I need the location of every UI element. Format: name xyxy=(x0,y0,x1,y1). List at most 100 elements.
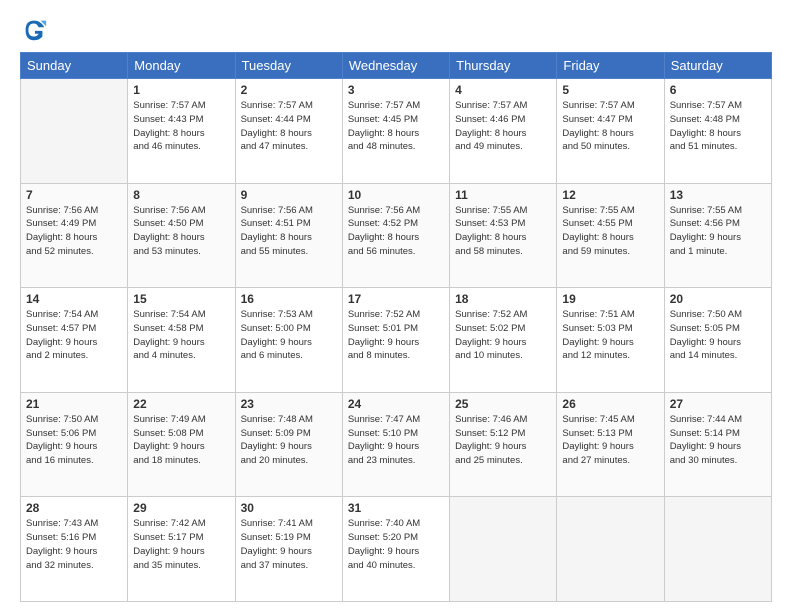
calendar-cell: 2 Sunrise: 7:57 AM Sunset: 4:44 PM Daylig… xyxy=(235,79,342,184)
calendar-cell: 18 Sunrise: 7:52 AM Sunset: 5:02 PM Dayli… xyxy=(450,288,557,393)
day-number: 24 xyxy=(348,397,444,411)
calendar-cell: 5 Sunrise: 7:57 AM Sunset: 4:47 PM Daylig… xyxy=(557,79,664,184)
calendar-cell xyxy=(450,497,557,602)
calendar-cell: 6 Sunrise: 7:57 AM Sunset: 4:48 PM Daylig… xyxy=(664,79,771,184)
calendar-cell: 17Sunrise: 7:52 AM Sunset: 5:01 PM Dayli… xyxy=(342,288,449,393)
day-number: 26 xyxy=(562,397,658,411)
day-info: Sunrise: 7:45 AM Sunset: 5:13 PM Dayligh… xyxy=(562,413,658,468)
day-info: Sunrise: 7:57 AM Sunset: 4:44 PM Dayligh… xyxy=(241,99,337,154)
day-number: 19 xyxy=(562,292,658,306)
day-number: 2 xyxy=(241,83,337,97)
day-number: 20 xyxy=(670,292,766,306)
day-number: 15 xyxy=(133,292,229,306)
calendar-cell: 25 Sunrise: 7:46 AM Sunset: 5:12 PM Dayli… xyxy=(450,392,557,497)
calendar-cell xyxy=(557,497,664,602)
day-info: Sunrise: 7:50 AM Sunset: 5:05 PM Dayligh… xyxy=(670,308,766,363)
calendar-week-1: 1 Sunrise: 7:57 AM Sunset: 4:43 PM Daylig… xyxy=(21,79,772,184)
col-header-tuesday: Tuesday xyxy=(235,53,342,79)
day-info: Sunrise: 7:56 AM Sunset: 4:50 PM Dayligh… xyxy=(133,204,229,259)
calendar-cell: 30Sunrise: 7:41 AM Sunset: 5:19 PM Dayli… xyxy=(235,497,342,602)
calendar-week-3: 14 Sunrise: 7:54 AM Sunset: 4:57 PM Dayli… xyxy=(21,288,772,393)
logo-icon xyxy=(20,16,48,44)
day-number: 5 xyxy=(562,83,658,97)
day-info: Sunrise: 7:57 AM Sunset: 4:47 PM Dayligh… xyxy=(562,99,658,154)
day-info: Sunrise: 7:52 AM Sunset: 5:02 PM Dayligh… xyxy=(455,308,551,363)
calendar-cell: 31 Sunrise: 7:40 AM Sunset: 5:20 PM Dayli… xyxy=(342,497,449,602)
calendar-cell: 9 Sunrise: 7:56 AM Sunset: 4:51 PM Daylig… xyxy=(235,183,342,288)
day-info: Sunrise: 7:54 AM Sunset: 4:58 PM Dayligh… xyxy=(133,308,229,363)
day-number: 14 xyxy=(26,292,122,306)
day-info: Sunrise: 7:51 AM Sunset: 5:03 PM Dayligh… xyxy=(562,308,658,363)
day-info: Sunrise: 7:54 AM Sunset: 4:57 PM Dayligh… xyxy=(26,308,122,363)
day-number: 1 xyxy=(133,83,229,97)
calendar-cell: 1 Sunrise: 7:57 AM Sunset: 4:43 PM Daylig… xyxy=(128,79,235,184)
page: SundayMondayTuesdayWednesdayThursdayFrid… xyxy=(0,0,792,612)
day-number: 9 xyxy=(241,188,337,202)
calendar-cell: 8 Sunrise: 7:56 AM Sunset: 4:50 PM Daylig… xyxy=(128,183,235,288)
day-info: Sunrise: 7:57 AM Sunset: 4:43 PM Dayligh… xyxy=(133,99,229,154)
day-number: 23 xyxy=(241,397,337,411)
day-number: 27 xyxy=(670,397,766,411)
logo xyxy=(20,16,52,44)
day-number: 12 xyxy=(562,188,658,202)
calendar-header-row: SundayMondayTuesdayWednesdayThursdayFrid… xyxy=(21,53,772,79)
col-header-sunday: Sunday xyxy=(21,53,128,79)
day-number: 6 xyxy=(670,83,766,97)
calendar-cell: 20 Sunrise: 7:50 AM Sunset: 5:05 PM Dayli… xyxy=(664,288,771,393)
calendar-week-2: 7Sunrise: 7:56 AM Sunset: 4:49 PM Daylig… xyxy=(21,183,772,288)
col-header-saturday: Saturday xyxy=(664,53,771,79)
col-header-friday: Friday xyxy=(557,53,664,79)
day-number: 10 xyxy=(348,188,444,202)
day-number: 16 xyxy=(241,292,337,306)
calendar-cell: 4Sunrise: 7:57 AM Sunset: 4:46 PM Daylig… xyxy=(450,79,557,184)
calendar-cell: 19 Sunrise: 7:51 AM Sunset: 5:03 PM Dayli… xyxy=(557,288,664,393)
calendar-cell: 28 Sunrise: 7:43 AM Sunset: 5:16 PM Dayli… xyxy=(21,497,128,602)
day-info: Sunrise: 7:55 AM Sunset: 4:56 PM Dayligh… xyxy=(670,204,766,259)
calendar-cell xyxy=(21,79,128,184)
calendar-cell: 7Sunrise: 7:56 AM Sunset: 4:49 PM Daylig… xyxy=(21,183,128,288)
calendar-cell: 23Sunrise: 7:48 AM Sunset: 5:09 PM Dayli… xyxy=(235,392,342,497)
calendar-cell xyxy=(664,497,771,602)
col-header-wednesday: Wednesday xyxy=(342,53,449,79)
calendar-cell: 14 Sunrise: 7:54 AM Sunset: 4:57 PM Dayli… xyxy=(21,288,128,393)
calendar-cell: 11Sunrise: 7:55 AM Sunset: 4:53 PM Dayli… xyxy=(450,183,557,288)
calendar-cell: 27 Sunrise: 7:44 AM Sunset: 5:14 PM Dayli… xyxy=(664,392,771,497)
calendar-cell: 12 Sunrise: 7:55 AM Sunset: 4:55 PM Dayli… xyxy=(557,183,664,288)
day-number: 22 xyxy=(133,397,229,411)
day-number: 13 xyxy=(670,188,766,202)
day-number: 8 xyxy=(133,188,229,202)
day-info: Sunrise: 7:47 AM Sunset: 5:10 PM Dayligh… xyxy=(348,413,444,468)
day-info: Sunrise: 7:50 AM Sunset: 5:06 PM Dayligh… xyxy=(26,413,122,468)
day-info: Sunrise: 7:55 AM Sunset: 4:55 PM Dayligh… xyxy=(562,204,658,259)
day-number: 3 xyxy=(348,83,444,97)
day-info: Sunrise: 7:55 AM Sunset: 4:53 PM Dayligh… xyxy=(455,204,551,259)
day-number: 18 xyxy=(455,292,551,306)
col-header-thursday: Thursday xyxy=(450,53,557,79)
col-header-monday: Monday xyxy=(128,53,235,79)
calendar-table: SundayMondayTuesdayWednesdayThursdayFrid… xyxy=(20,52,772,602)
calendar-cell: 16 Sunrise: 7:53 AM Sunset: 5:00 PM Dayli… xyxy=(235,288,342,393)
day-info: Sunrise: 7:49 AM Sunset: 5:08 PM Dayligh… xyxy=(133,413,229,468)
day-info: Sunrise: 7:46 AM Sunset: 5:12 PM Dayligh… xyxy=(455,413,551,468)
day-info: Sunrise: 7:57 AM Sunset: 4:46 PM Dayligh… xyxy=(455,99,551,154)
day-info: Sunrise: 7:56 AM Sunset: 4:49 PM Dayligh… xyxy=(26,204,122,259)
day-info: Sunrise: 7:53 AM Sunset: 5:00 PM Dayligh… xyxy=(241,308,337,363)
calendar-cell: 29Sunrise: 7:42 AM Sunset: 5:17 PM Dayli… xyxy=(128,497,235,602)
day-info: Sunrise: 7:56 AM Sunset: 4:51 PM Dayligh… xyxy=(241,204,337,259)
day-info: Sunrise: 7:57 AM Sunset: 4:45 PM Dayligh… xyxy=(348,99,444,154)
day-number: 25 xyxy=(455,397,551,411)
calendar-cell: 10 Sunrise: 7:56 AM Sunset: 4:52 PM Dayli… xyxy=(342,183,449,288)
day-number: 29 xyxy=(133,501,229,515)
calendar-cell: 26 Sunrise: 7:45 AM Sunset: 5:13 PM Dayli… xyxy=(557,392,664,497)
day-info: Sunrise: 7:52 AM Sunset: 5:01 PM Dayligh… xyxy=(348,308,444,363)
day-number: 31 xyxy=(348,501,444,515)
day-info: Sunrise: 7:43 AM Sunset: 5:16 PM Dayligh… xyxy=(26,517,122,572)
day-info: Sunrise: 7:56 AM Sunset: 4:52 PM Dayligh… xyxy=(348,204,444,259)
day-info: Sunrise: 7:44 AM Sunset: 5:14 PM Dayligh… xyxy=(670,413,766,468)
day-info: Sunrise: 7:57 AM Sunset: 4:48 PM Dayligh… xyxy=(670,99,766,154)
day-number: 28 xyxy=(26,501,122,515)
day-info: Sunrise: 7:40 AM Sunset: 5:20 PM Dayligh… xyxy=(348,517,444,572)
day-number: 21 xyxy=(26,397,122,411)
calendar-cell: 24 Sunrise: 7:47 AM Sunset: 5:10 PM Dayli… xyxy=(342,392,449,497)
calendar-week-5: 28 Sunrise: 7:43 AM Sunset: 5:16 PM Dayli… xyxy=(21,497,772,602)
